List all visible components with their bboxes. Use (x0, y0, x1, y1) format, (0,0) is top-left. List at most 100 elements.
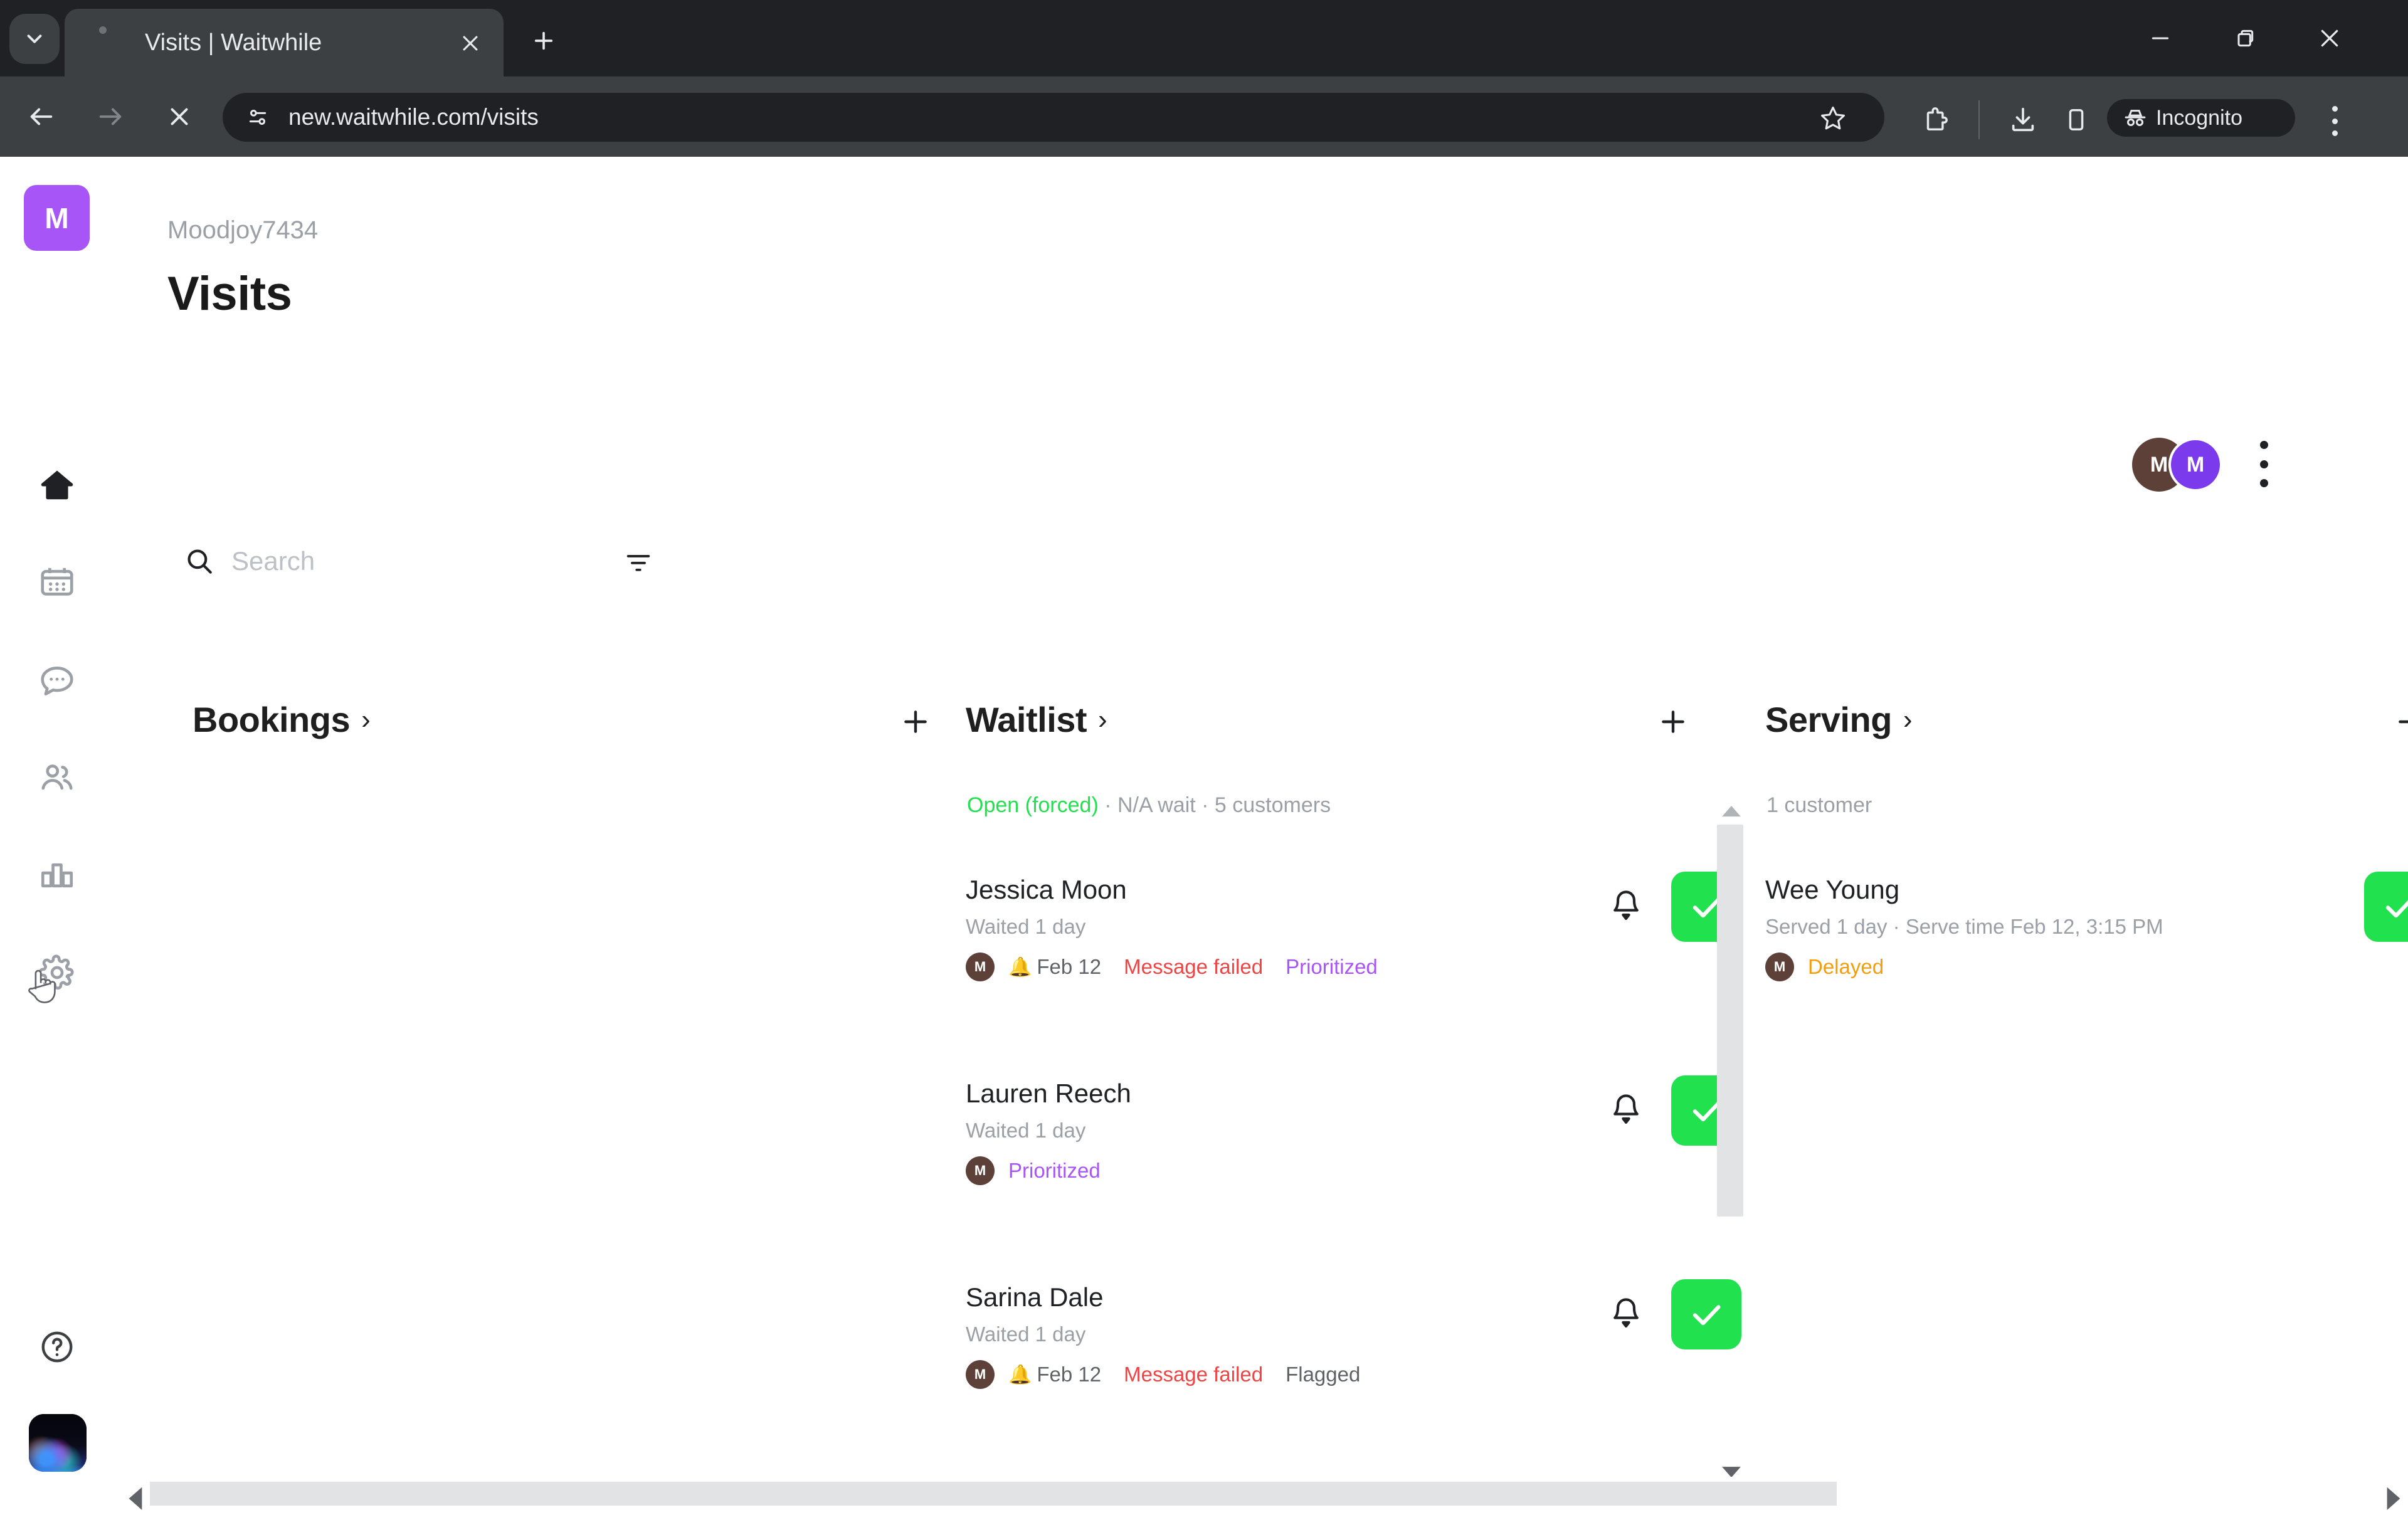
extensions-icon[interactable] (1919, 103, 1951, 136)
customer-name: Lauren Reech (966, 1079, 1131, 1108)
browser-tab[interactable]: Visits | Waitwhile (65, 9, 504, 77)
complete-visit-button[interactable] (2364, 872, 2408, 942)
status-badge-prioritized: Prioritized (1008, 1159, 1101, 1182)
avatar: M (966, 1360, 995, 1389)
profile-label: Incognito (2156, 105, 2242, 130)
column-serving: Serving › 1 customer Wee Young Served 1 … (1740, 687, 2408, 1326)
org-name: Moodjoy7434 (167, 216, 319, 244)
browser-toolbar: new.waitwhile.com/visits Incognito (0, 77, 2408, 157)
star-icon[interactable] (1819, 103, 1847, 132)
visit-date: Feb 12 (1037, 1363, 1102, 1386)
sidebar-item-messages[interactable] (30, 653, 84, 707)
search-input[interactable] (231, 539, 583, 583)
tab-strip: Visits | Waitwhile (0, 0, 2408, 77)
close-icon[interactable] (456, 29, 485, 58)
tag-row: M 🔔 Feb 12 Message failed Flagged (966, 1360, 1649, 1389)
tag-row: M Prioritized (966, 1156, 1649, 1185)
search-bar (167, 533, 744, 589)
sidebar-item-home[interactable] (30, 458, 84, 512)
bell-icon[interactable] (1605, 1294, 1647, 1335)
status-badge-flagged: Flagged (1286, 1363, 1361, 1386)
bell-icon[interactable] (1605, 1090, 1647, 1131)
column-header-serving[interactable]: Serving › (1765, 699, 1913, 740)
serving-meta: 1 customer (1766, 793, 1872, 817)
serve-info: Served 1 day · Serve time Feb 12, 3:15 P… (1765, 915, 2163, 938)
side-panel-icon[interactable] (2060, 103, 2093, 136)
address-bar[interactable]: new.waitwhile.com/visits (223, 93, 1884, 142)
incognito-icon (2122, 105, 2148, 131)
waitlist-status-line: Open (forced) · N/A wait · 5 customers (967, 793, 1331, 818)
column-bookings: Bookings › (167, 687, 927, 1326)
column-header-waitlist[interactable]: Waitlist › (966, 699, 1107, 740)
filter-icon[interactable] (624, 549, 653, 574)
status-badge-delayed: Delayed (1808, 955, 1884, 978)
site-settings-icon[interactable] (244, 103, 272, 131)
wait-duration: Waited 1 day (966, 1119, 1086, 1142)
window-close-icon[interactable] (2295, 11, 2364, 65)
list-item[interactable]: Lauren Reech Waited 1 day M Prioritized (966, 1079, 1649, 1185)
waitlist-open-status: Open (forced) (967, 793, 1099, 817)
scroll-left-arrow-icon[interactable] (127, 1486, 144, 1510)
search-icon (184, 546, 215, 577)
sidebar-item-customers[interactable] (30, 751, 84, 805)
sidebar-item-analytics[interactable] (30, 848, 84, 902)
bell-emoji-icon: 🔔 (1008, 956, 1032, 978)
chevron-down-icon[interactable] (9, 14, 60, 64)
main-content: Moodjoy7434 Visits M M Bookings › (122, 157, 2408, 1478)
back-arrow-icon[interactable] (19, 94, 64, 139)
forward-arrow-icon (88, 94, 133, 139)
column-waitlist: Waitlist › Open (forced) · N/A wait · 5 … (941, 687, 1743, 1478)
avatar[interactable]: M (2168, 438, 2222, 492)
add-serving-button[interactable] (2392, 704, 2408, 739)
plus-icon[interactable] (525, 23, 562, 59)
avatar-group: M M (2132, 438, 2239, 492)
list-item[interactable]: Jessica Moon Waited 1 day M 🔔 Feb 12 Mes… (966, 875, 1649, 981)
url-text: new.waitwhile.com/visits (288, 104, 539, 130)
chevron-right-icon: › (361, 704, 371, 735)
status-badge-message-failed: Message failed (1124, 1363, 1264, 1386)
kebab-menu-icon[interactable] (2320, 103, 2349, 139)
visit-date: Feb 12 (1037, 955, 1102, 978)
status-badge-message-failed: Message failed (1124, 955, 1264, 978)
waitlist-meta-rest: · N/A wait · 5 customers (1098, 793, 1331, 817)
mouse-cursor (25, 966, 63, 1010)
brand-logo[interactable]: M (24, 185, 90, 251)
scroll-right-arrow-icon[interactable] (2385, 1486, 2402, 1510)
sidebar-item-calendar[interactable] (30, 555, 84, 609)
kebab-menu-icon[interactable] (2251, 441, 2276, 487)
page-title: Visits (167, 267, 292, 320)
minimize-icon[interactable] (2126, 11, 2195, 65)
customer-name: Wee Young (1765, 875, 1900, 904)
profile-incognito-button[interactable]: Incognito (2107, 99, 2295, 137)
avatar: M (1765, 953, 1794, 981)
chevron-right-icon: › (1903, 704, 1913, 735)
app-root: M Moodjoy7434 Visits M M Search Bookings… (0, 157, 2408, 1511)
add-waitlist-button[interactable] (1656, 704, 1691, 739)
bell-emoji-icon: 🔔 (1008, 1364, 1032, 1385)
wait-duration: Waited 1 day (966, 1322, 1086, 1346)
download-icon[interactable] (2007, 103, 2039, 136)
chevron-right-icon: › (1098, 704, 1107, 735)
customer-name: Sarina Dale (966, 1282, 1104, 1312)
scroll-up-arrow-icon[interactable] (1721, 805, 1742, 818)
horizontal-scrollbar[interactable] (122, 1477, 2408, 1511)
scrollbar-thumb[interactable] (1717, 825, 1743, 1217)
tag-row: M 🔔 Feb 12 Message failed Prioritized (966, 953, 1649, 981)
avatar: M (966, 1156, 995, 1185)
column-header-bookings[interactable]: Bookings › (193, 699, 371, 740)
scrollbar-thumb[interactable] (150, 1482, 1837, 1506)
avatar: M (966, 953, 995, 981)
add-booking-button[interactable] (898, 704, 933, 739)
list-item[interactable]: Wee Young Served 1 day · Serve time Feb … (1765, 875, 2408, 981)
stop-loading-icon[interactable] (157, 94, 202, 139)
visit-columns: Bookings › Waitlist › Open (forced) · N/… (122, 687, 2408, 1478)
list-item[interactable]: Sarina Dale Waited 1 day M 🔔 Feb 12 Mess… (966, 1282, 1649, 1389)
favicon (99, 26, 107, 34)
wait-duration: Waited 1 day (966, 915, 1086, 938)
user-photo-avatar[interactable] (29, 1414, 87, 1472)
bell-icon[interactable] (1605, 886, 1647, 927)
maximize-icon[interactable] (2210, 11, 2279, 65)
toolbar-divider (1978, 100, 1980, 139)
tab-title: Visits | Waitwhile (145, 29, 322, 56)
help-circle-icon[interactable] (30, 1320, 84, 1374)
